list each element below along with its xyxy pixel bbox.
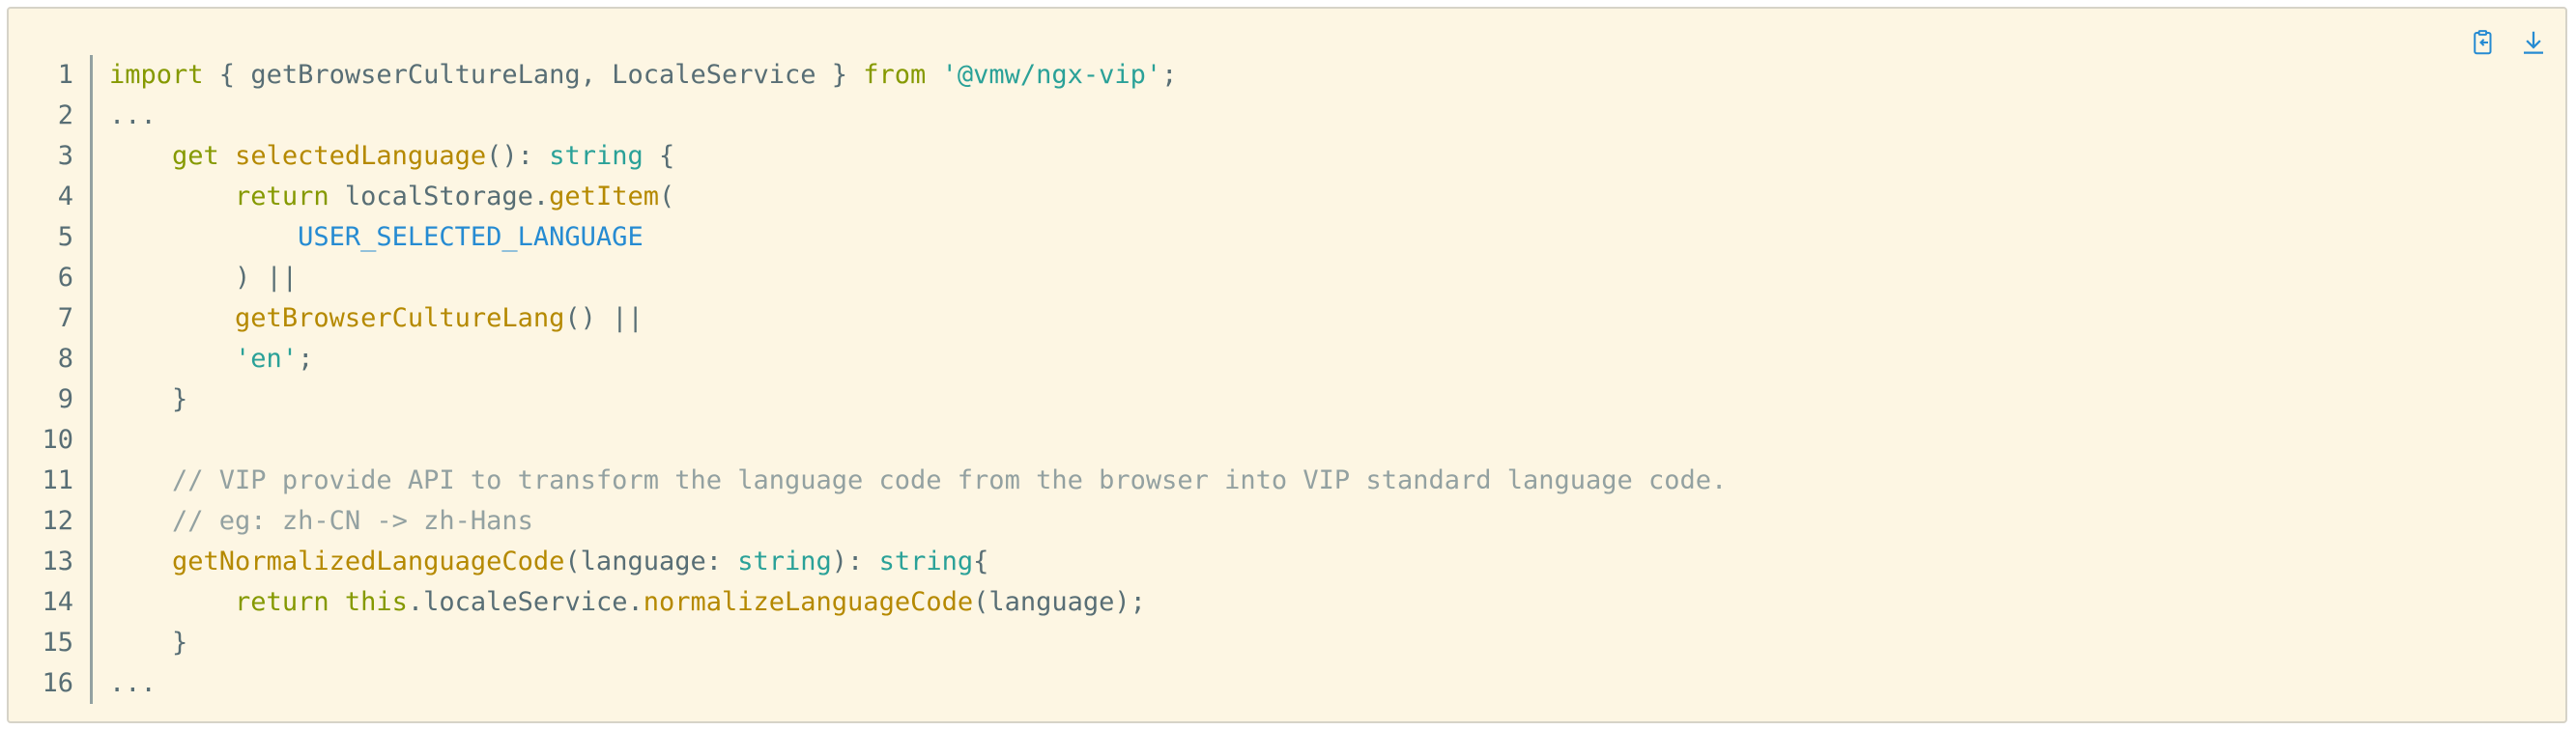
code-token: () ||	[564, 303, 644, 333]
code-token: .localeService.	[407, 587, 644, 617]
line-number: 4	[57, 182, 73, 211]
code-line: USER_SELECTED_LANGUAGE	[109, 217, 1727, 258]
code-token: (	[658, 182, 675, 211]
code-token: ;	[298, 344, 314, 374]
code-token: return	[235, 182, 329, 211]
code-content: import { getBrowserCultureLang, LocaleSe…	[109, 55, 1727, 704]
code-line: return localStorage.getItem(	[109, 177, 1727, 217]
line-number: 13	[42, 547, 73, 576]
code-token: return	[235, 587, 329, 617]
code-token: this	[344, 587, 408, 617]
line-number: 9	[57, 384, 73, 414]
clipboard-copy-icon	[2474, 30, 2492, 55]
code-token: ():	[486, 141, 550, 171]
code-token: // VIP provide API to transform the lang…	[172, 465, 1728, 495]
code-token: {	[973, 547, 989, 576]
code-token: // eg: zh-CN -> zh-Hans	[172, 506, 533, 536]
line-number: 3	[57, 141, 73, 171]
code-token: selectedLanguage	[235, 141, 487, 171]
code-token: { getBrowserCultureLang, LocaleService }	[203, 60, 864, 90]
line-number: 1	[57, 60, 73, 90]
code-token: string	[549, 141, 644, 171]
code-line: getNormalizedLanguageCode(language: stri…	[109, 542, 1727, 582]
code-token: (language:	[564, 547, 738, 576]
code-token: USER_SELECTED_LANGUAGE	[298, 222, 644, 252]
code-line: ...	[109, 96, 1727, 136]
code-token: getItem	[549, 182, 659, 211]
download-button[interactable]	[2517, 26, 2550, 59]
code-token: from	[863, 60, 927, 90]
line-number: 6	[57, 263, 73, 293]
code-token: getBrowserCultureLang	[235, 303, 565, 333]
copy-button[interactable]	[2467, 26, 2500, 59]
code-token: }	[109, 384, 188, 414]
code-token: import	[109, 60, 204, 90]
code-token: ) ||	[109, 263, 299, 293]
code-token: getNormalizedLanguageCode	[172, 547, 565, 576]
code-token: normalizeLanguageCode	[643, 587, 974, 617]
code-token: 'en'	[235, 344, 299, 374]
code-token: '@vmw/ngx-vip'	[941, 60, 1162, 90]
code-token: string	[878, 547, 974, 576]
code-line: get selectedLanguage(): string {	[109, 136, 1727, 177]
code-token: get	[172, 141, 219, 171]
code-token: ...	[109, 668, 157, 698]
code-token: localStorage.	[329, 182, 550, 211]
line-number: 11	[42, 465, 73, 495]
code-token: (language);	[973, 587, 1146, 617]
code-line: getBrowserCultureLang() ||	[109, 298, 1727, 339]
line-number: 5	[57, 222, 73, 252]
line-number: 14	[42, 587, 73, 617]
code-line: ...	[109, 663, 1727, 704]
download-icon	[2524, 31, 2543, 54]
code-token: }	[109, 628, 188, 658]
line-number: 12	[42, 506, 73, 536]
line-number: 16	[42, 668, 73, 698]
line-number: 2	[57, 100, 73, 130]
line-number: 8	[57, 344, 73, 374]
code-line: import { getBrowserCultureLang, LocaleSe…	[109, 55, 1727, 96]
code-token: ;	[1161, 60, 1178, 90]
code-toolbar	[2467, 26, 2550, 59]
code-line: // eg: zh-CN -> zh-Hans	[109, 501, 1727, 542]
line-number: 15	[42, 628, 73, 658]
code-line: }	[109, 623, 1727, 663]
line-number-gutter: 1 2 3 4 5 6 7 8 9 10 11 12 13 14 15 16	[9, 55, 93, 704]
code-token: {	[643, 141, 675, 171]
line-number: 7	[57, 303, 73, 333]
code-token: ...	[109, 100, 157, 130]
code-token: ):	[831, 547, 879, 576]
code-line: ) ||	[109, 258, 1727, 298]
line-number: 10	[42, 425, 73, 455]
code-line: 'en';	[109, 339, 1727, 379]
code-block: 1 2 3 4 5 6 7 8 9 10 11 12 13 14 15 16 import { getBrow…	[7, 7, 2567, 723]
code-line: // VIP provide API to transform the lang…	[109, 461, 1727, 501]
code-line: }	[109, 379, 1727, 420]
code-line: return this.localeService.normalizeLangu…	[109, 582, 1727, 623]
line-numbers: 1 2 3 4 5 6 7 8 9 10 11 12 13 14 15 16	[9, 55, 90, 704]
code-token: string	[737, 547, 832, 576]
